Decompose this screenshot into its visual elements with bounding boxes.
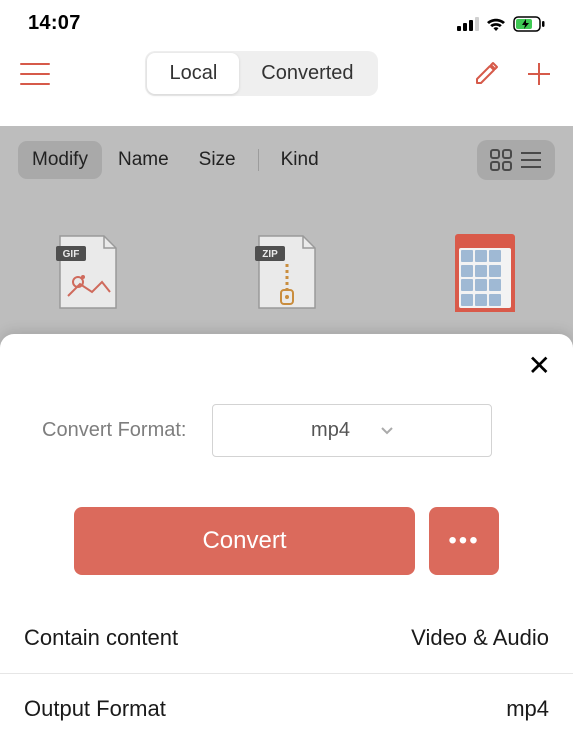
sort-bar: Modify Name Size Kind bbox=[0, 126, 573, 194]
file-item-zip[interactable]: ZIP bbox=[247, 234, 327, 312]
add-icon[interactable] bbox=[525, 60, 553, 88]
output-format-row[interactable]: Output Format mp4 bbox=[0, 674, 573, 744]
edit-icon[interactable] bbox=[473, 61, 499, 87]
cellular-icon bbox=[457, 17, 479, 31]
more-button[interactable]: ••• bbox=[429, 507, 499, 575]
sort-kind[interactable]: Kind bbox=[267, 141, 333, 179]
contain-content-value: Video & Audio bbox=[411, 625, 549, 651]
main-toolbar: Local Converted bbox=[0, 43, 573, 108]
tab-converted[interactable]: Converted bbox=[239, 53, 375, 94]
convert-format-label: Convert Format: bbox=[42, 419, 186, 442]
status-indicators bbox=[457, 16, 545, 32]
chevron-down-icon bbox=[380, 426, 394, 436]
menu-button[interactable] bbox=[20, 63, 50, 85]
battery-charging-icon bbox=[513, 16, 545, 32]
status-bar: 14:07 bbox=[0, 0, 573, 43]
action-buttons: Convert ••• bbox=[0, 489, 573, 603]
convert-sheet: ✕ Convert Format: mp4 Convert ••• Contai… bbox=[0, 334, 573, 751]
contain-content-label: Contain content bbox=[24, 625, 178, 651]
close-icon: ✕ bbox=[528, 350, 551, 381]
format-select[interactable]: mp4 bbox=[212, 404, 492, 457]
list-view-icon[interactable] bbox=[517, 146, 545, 174]
file-item-gif[interactable]: GIF bbox=[48, 234, 128, 312]
tab-switcher: Local Converted bbox=[145, 51, 377, 96]
sort-size[interactable]: Size bbox=[185, 141, 250, 179]
output-format-value: mp4 bbox=[506, 696, 549, 722]
sort-name[interactable]: Name bbox=[104, 141, 183, 179]
status-time: 14:07 bbox=[28, 12, 81, 35]
svg-text:ZIP: ZIP bbox=[262, 249, 278, 260]
svg-text:GIF: GIF bbox=[63, 249, 80, 260]
format-select-value: mp4 bbox=[311, 419, 350, 442]
convert-button[interactable]: Convert bbox=[74, 507, 415, 575]
file-grid: GIF ZIP bbox=[0, 194, 573, 312]
wifi-icon bbox=[485, 16, 507, 32]
sort-modify[interactable]: Modify bbox=[18, 141, 102, 179]
image-thumbnail-icon bbox=[455, 234, 515, 312]
contain-content-row[interactable]: Contain content Video & Audio bbox=[0, 603, 573, 674]
close-button[interactable]: ✕ bbox=[528, 352, 551, 380]
zip-file-icon: ZIP bbox=[251, 234, 323, 312]
gif-file-icon: GIF bbox=[52, 234, 124, 312]
view-mode-toggle bbox=[477, 140, 555, 180]
output-format-label: Output Format bbox=[24, 696, 166, 722]
file-item-image[interactable] bbox=[445, 234, 525, 312]
tab-local[interactable]: Local bbox=[147, 53, 239, 94]
format-row: Convert Format: mp4 bbox=[0, 342, 573, 489]
sort-separator bbox=[258, 149, 259, 171]
grid-view-icon[interactable] bbox=[487, 146, 515, 174]
